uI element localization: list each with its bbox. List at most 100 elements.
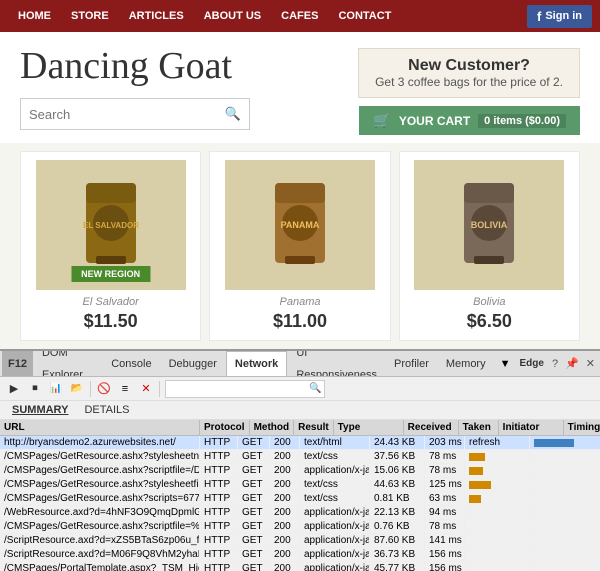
net-cell-initiator: </div> <div data-name="net-cell-timing" …	[465, 520, 530, 533]
tab-dom-explorer[interactable]: DOM Explorer	[34, 351, 102, 377]
record-button[interactable]: ▶	[4, 379, 24, 399]
product-new-region-label[interactable]: NEW REGION	[71, 266, 150, 282]
net-cell-type: application/x-java...	[300, 506, 370, 519]
pin-icon[interactable]: 📌	[562, 357, 582, 370]
net-table-header: URL Protocol Method Result Type Received…	[0, 420, 600, 436]
import-button[interactable]: 📂	[67, 379, 87, 399]
search-input[interactable]	[29, 107, 225, 122]
net-cell-protocol: HTTP	[200, 520, 238, 533]
tab-debugger[interactable]: Debugger	[161, 351, 225, 377]
net-cell-taken: 141 ms	[425, 534, 465, 547]
product-el-salvador[interactable]: EL SALVADOR NEW REGION El Salvador $11.5…	[20, 151, 201, 341]
product-price-1: $11.50	[84, 311, 138, 332]
tab-network[interactable]: Network	[226, 351, 287, 377]
nav-about[interactable]: ABOUT US	[194, 0, 271, 32]
net-cell-received: 0.76 KB	[370, 520, 425, 533]
net-cell-result: 200	[270, 506, 300, 519]
net-cell-initiator	[465, 478, 530, 491]
net-cell-initiator: </div> <div data-name="net-cell-timing" …	[465, 548, 530, 561]
protocol-header[interactable]: Protocol	[200, 420, 250, 435]
table-row[interactable]: /CMSPages/GetResource.ashx?stylesheetfil…	[0, 478, 600, 492]
cart-button[interactable]: 🛒 YOUR CART 0 items ($0.00)	[359, 106, 580, 135]
net-cell-protocol: HTTP	[200, 506, 238, 519]
net-cell-received: 22.13 KB	[370, 506, 425, 519]
net-cell-method: GET	[238, 478, 270, 491]
type-header[interactable]: Type	[334, 420, 404, 435]
edge-label: Edge	[516, 358, 548, 369]
net-cell-initiator	[465, 464, 530, 477]
tab-memory[interactable]: Memory	[438, 351, 494, 377]
product-price-3: $6.50	[467, 311, 512, 332]
stop-button[interactable]: ⏹	[25, 379, 45, 399]
tab-profiler[interactable]: Profiler	[386, 351, 437, 377]
filter-icon[interactable]: ▼	[496, 358, 515, 370]
tab-ui-responsiveness[interactable]: UI Responsiveness	[288, 351, 385, 377]
network-table: URL Protocol Method Result Type Received…	[0, 420, 600, 571]
initiator-header[interactable]: Initiator	[499, 420, 564, 435]
nav-cafes[interactable]: CAFES	[271, 0, 328, 32]
net-cell-url: /CMSPages/GetResource.ashx?scriptfile=/D…	[0, 464, 200, 477]
table-row[interactable]: /CMSPages/GetResource.ashx?scripts=677 H…	[0, 492, 600, 506]
net-cell-taken: 203 ms	[425, 436, 465, 449]
delete-button[interactable]: ✕	[136, 379, 156, 399]
table-row[interactable]: http://bryansdemo2.azurewebsites.net/ HT…	[0, 436, 600, 450]
net-cell-method: GET	[238, 520, 270, 533]
net-cell-received: 24.43 KB	[370, 436, 425, 449]
timings-header[interactable]: Timings	[564, 420, 600, 435]
tab-console[interactable]: Console	[103, 351, 159, 377]
table-row[interactable]: /CMSPages/GetResource.ashx?scriptfile=%7…	[0, 520, 600, 534]
product-bolivia[interactable]: BOLIVIA Bolivia $6.50	[399, 151, 580, 341]
net-cell-type: application/x-java...	[300, 464, 370, 477]
svg-text:BOLIVIA: BOLIVIA	[471, 220, 508, 230]
promo-title: New Customer?	[375, 57, 563, 75]
nav-contact[interactable]: CONTACT	[328, 0, 401, 32]
received-header[interactable]: Received	[404, 420, 459, 435]
coffee-bag-svg-2: PANAMA	[265, 178, 335, 273]
help-icon[interactable]: ?	[549, 358, 561, 370]
table-row[interactable]: /WebResource.axd?d=4hNF3O9QmqDpmlG5mg6No…	[0, 506, 600, 520]
devtools: F12 DOM Explorer Console Debugger Networ…	[0, 349, 600, 571]
filter-button[interactable]: ≡	[115, 379, 135, 399]
nav-articles[interactable]: ARTICLES	[119, 0, 194, 32]
coffee-bag-svg-1: EL SALVADOR	[76, 178, 146, 273]
method-header[interactable]: Method	[250, 420, 295, 435]
net-cell-received: 37.56 KB	[370, 450, 425, 463]
summary-btn[interactable]: SUMMARY	[4, 403, 76, 417]
signin-button[interactable]: f Sign in	[527, 5, 592, 28]
net-cell-result: 200	[270, 478, 300, 491]
net-cell-received: 44.63 KB	[370, 478, 425, 491]
net-cell-result: 200	[270, 436, 300, 449]
f12-label: F12	[2, 351, 33, 377]
search-small-icon: 🔍	[306, 383, 324, 394]
net-cell-method: GET	[238, 492, 270, 505]
net-cell-method: GET	[238, 562, 270, 571]
table-row[interactable]: /CMSPages/PortalTemplate.aspx?_TSM_Hidde…	[0, 562, 600, 571]
result-header[interactable]: Result	[294, 420, 334, 435]
net-cell-result: 200	[270, 562, 300, 571]
net-cell-taken: 78 ms	[425, 464, 465, 477]
details-btn[interactable]: DETAILS	[76, 403, 137, 417]
cart-count: 0 items ($0.00)	[478, 114, 566, 128]
nav-home[interactable]: HOME	[8, 0, 61, 32]
net-cell-type: application/x-java...	[300, 548, 370, 561]
close-devtools-icon[interactable]: ✕	[583, 357, 598, 370]
net-cell-result: 200	[270, 464, 300, 477]
url-header[interactable]: URL	[0, 420, 200, 435]
cart-label: YOUR CART	[399, 114, 470, 128]
product-panama[interactable]: PANAMA Panama $11.00	[209, 151, 390, 341]
nav-store[interactable]: STORE	[61, 0, 119, 32]
net-cell-url: http://bryansdemo2.azurewebsites.net/	[0, 436, 200, 449]
taken-header[interactable]: Taken	[459, 420, 499, 435]
table-row[interactable]: /CMSPages/GetResource.ashx?stylesheetnam…	[0, 450, 600, 464]
clear-button[interactable]: 🚫	[94, 379, 114, 399]
network-search-input[interactable]	[166, 383, 306, 394]
net-cell-type: application/x-java...	[300, 520, 370, 533]
net-cell-protocol: HTTP	[200, 548, 238, 561]
table-row[interactable]: /CMSPages/GetResource.ashx?scriptfile=/D…	[0, 464, 600, 478]
nav-items: HOME STORE ARTICLES ABOUT US CAFES CONTA…	[8, 0, 527, 32]
net-cell-method: GET	[238, 534, 270, 547]
table-row[interactable]: /ScriptResource.axd?d=xZS5BTaS6zp06u_fDn…	[0, 534, 600, 548]
export-button[interactable]: 📊	[46, 379, 66, 399]
net-cell-taken: 78 ms	[425, 520, 465, 533]
table-row[interactable]: /ScriptResource.axd?d=M06F9Q8VhM2yhaP1T6…	[0, 548, 600, 562]
